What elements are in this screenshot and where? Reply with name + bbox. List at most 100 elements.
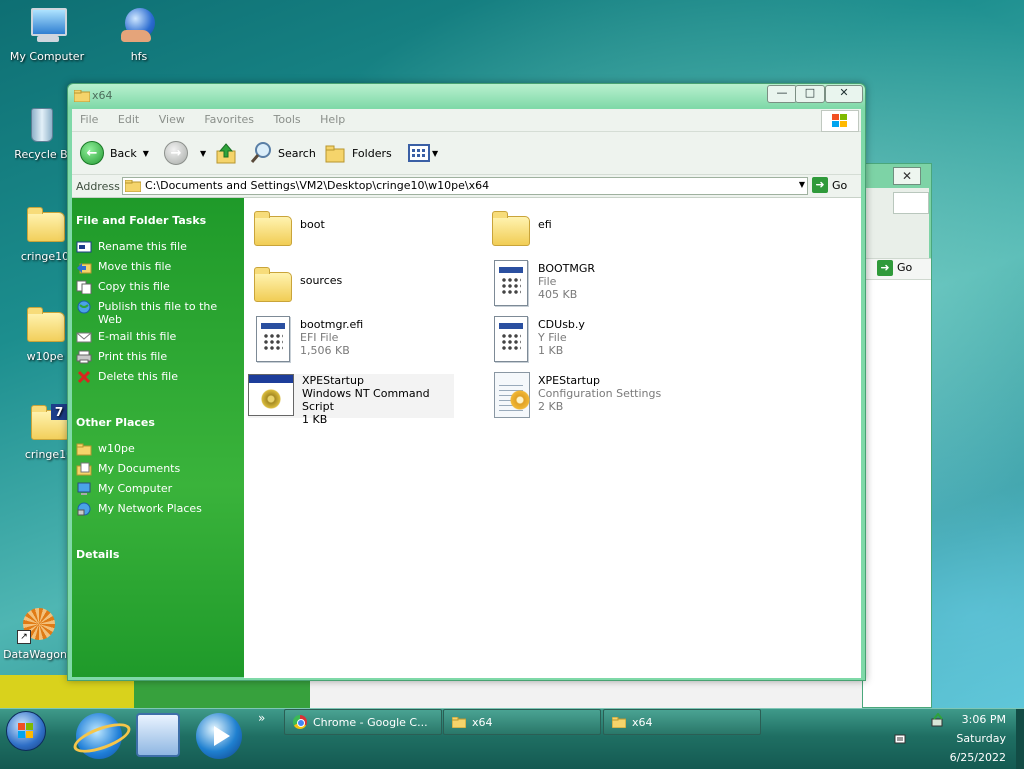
go-arrow-icon: ➜ [812, 177, 828, 193]
folders-button[interactable]: Folders [324, 141, 392, 165]
datawagon-icon: ↗ [15, 604, 55, 644]
views-icon [408, 144, 430, 162]
publish-icon [76, 300, 92, 314]
taskbar: » Chrome - Google C... x64 x64 3:06 PM S… [0, 708, 1024, 769]
system-tray: 3:06 PM Saturday 6/25/2022 [894, 709, 1024, 769]
folder-icon [451, 716, 467, 728]
forward-button[interactable]: → ▼ [164, 141, 206, 165]
folder-icon [252, 264, 292, 308]
taskbar-item-x64-1[interactable]: x64 [443, 709, 601, 735]
chevron-down-icon[interactable]: ▼ [799, 180, 805, 189]
file-item-boot[interactable]: boot [252, 208, 482, 258]
copy-icon [76, 280, 92, 295]
go-arrow-icon: ➜ [877, 260, 893, 276]
back-button[interactable]: ← Back ▼ [80, 141, 149, 165]
chevron-down-icon[interactable]: ▼ [200, 149, 206, 158]
place-w10pe[interactable]: w10pe [76, 442, 238, 456]
rename-icon [76, 240, 92, 254]
task-publish[interactable]: Publish this file to the Web [76, 300, 238, 326]
folder-icon [73, 89, 91, 103]
views-button[interactable]: ▼ [408, 141, 438, 165]
task-move[interactable]: Move this file [76, 260, 238, 274]
back-label: Back [110, 146, 137, 160]
clock-date[interactable]: 6/25/2022 [950, 751, 1006, 764]
file-type: Configuration Settings [538, 387, 662, 400]
folder-icon [252, 208, 292, 252]
title-bar[interactable]: x64 — □ ✕ [68, 84, 865, 108]
close-button[interactable]: ✕ [825, 85, 863, 103]
taskbar-item-x64-2[interactable]: x64 [603, 709, 761, 735]
start-button[interactable] [6, 711, 46, 751]
menu-tools[interactable]: Tools [266, 109, 309, 126]
place-my-documents[interactable]: My Documents [76, 462, 238, 476]
clock-time[interactable]: 3:06 PM [962, 713, 1006, 726]
quick-launch-chevron[interactable]: » [258, 711, 265, 725]
minimize-button[interactable]: — [767, 85, 797, 103]
windows-logo-icon [893, 192, 929, 214]
background-window[interactable]: ✕ ➜ Go [862, 163, 932, 708]
file-item-bootmgr-efi[interactable]: bootmgr.efi EFI File 1,506 KB [252, 316, 482, 366]
file-size: 1 KB [302, 413, 328, 426]
file-size: 2 KB [538, 400, 564, 413]
folder-icon [25, 306, 65, 346]
network-icon[interactable] [930, 713, 944, 727]
show-desktop-button[interactable] [1016, 709, 1024, 769]
bg-window-close-button[interactable]: ✕ [893, 167, 921, 185]
network-places-icon [76, 502, 92, 516]
file-type: Y File [538, 331, 567, 344]
details-heading[interactable]: Details [76, 548, 119, 561]
address-path: C:\Documents and Settings\VM2\Desktop\cr… [145, 179, 490, 192]
clock-day[interactable]: Saturday [956, 732, 1006, 745]
taskbar-item-chrome[interactable]: Chrome - Google C... [284, 709, 442, 735]
maximize-button[interactable]: □ [795, 85, 825, 103]
file-size: 1 KB [538, 344, 564, 357]
folder-icon [611, 716, 627, 728]
up-folder-button[interactable] [216, 141, 238, 165]
task-delete[interactable]: Delete this file [76, 370, 238, 384]
desktop-icon-my-computer[interactable]: My Computer [2, 6, 92, 63]
place-my-network-places[interactable]: My Network Places [76, 502, 238, 516]
menu-view[interactable]: View [151, 109, 193, 126]
task-label: x64 [472, 715, 493, 729]
file-item-xpestartup-cmd[interactable]: XPEStartup Windows NT Command Script 1 K… [248, 372, 458, 426]
file-item-bootmgr[interactable]: BOOTMGR File 405 KB [490, 260, 720, 310]
menu-help[interactable]: Help [312, 109, 353, 126]
file-name: efi [538, 218, 552, 231]
menu-edit[interactable]: Edit [110, 109, 147, 126]
keyboard-icon[interactable] [894, 733, 906, 745]
file-icon [490, 316, 530, 362]
menu-file[interactable]: File [72, 109, 106, 126]
desktop-icon-hfs[interactable]: hfs [94, 6, 184, 63]
file-item-efi[interactable]: efi [490, 208, 720, 258]
folder-icon [125, 180, 141, 192]
address-input[interactable]: C:\Documents and Settings\VM2\Desktop\cr… [122, 177, 808, 195]
forward-arrow-icon: → [164, 141, 188, 165]
edit-document-icon[interactable] [136, 713, 180, 757]
menu-favorites[interactable]: Favorites [196, 109, 262, 126]
file-item-xpestartup-ini[interactable]: XPEStartup Configuration Settings 2 KB [490, 372, 720, 422]
folders-label: Folders [352, 146, 392, 160]
command-script-icon [248, 372, 296, 416]
task-print[interactable]: Print this file [76, 350, 238, 364]
task-rename[interactable]: Rename this file [76, 240, 238, 254]
task-copy[interactable]: Copy this file [76, 280, 238, 295]
task-email[interactable]: E-mail this file [76, 330, 238, 344]
go-button[interactable]: ➜ Go [812, 177, 847, 193]
search-button[interactable]: Search [250, 141, 316, 165]
file-item-cdusb[interactable]: CDUsb.y Y File 1 KB [490, 316, 720, 366]
bg-window-go-button[interactable]: ➜ Go [877, 260, 912, 276]
file-list[interactable]: boot efi sources BOOTMGR File 405 KB boo… [244, 198, 861, 678]
recycle-bin-icon [21, 104, 61, 144]
file-name: BOOTMGR [538, 262, 596, 275]
other-places-heading[interactable]: Other Places [76, 416, 155, 429]
my-computer-icon [27, 6, 67, 46]
chevron-down-icon[interactable]: ▼ [143, 149, 149, 158]
internet-explorer-icon[interactable] [70, 713, 134, 759]
media-player-icon[interactable] [196, 713, 242, 759]
file-item-sources[interactable]: sources [252, 264, 482, 314]
file-folder-tasks-heading[interactable]: File and Folder Tasks [76, 214, 206, 227]
email-icon [76, 330, 92, 344]
place-my-computer[interactable]: My Computer [76, 482, 238, 496]
file-name: boot [300, 218, 325, 231]
explorer-window[interactable]: x64 — □ ✕ File Edit View Favorites Tools… [67, 83, 866, 681]
